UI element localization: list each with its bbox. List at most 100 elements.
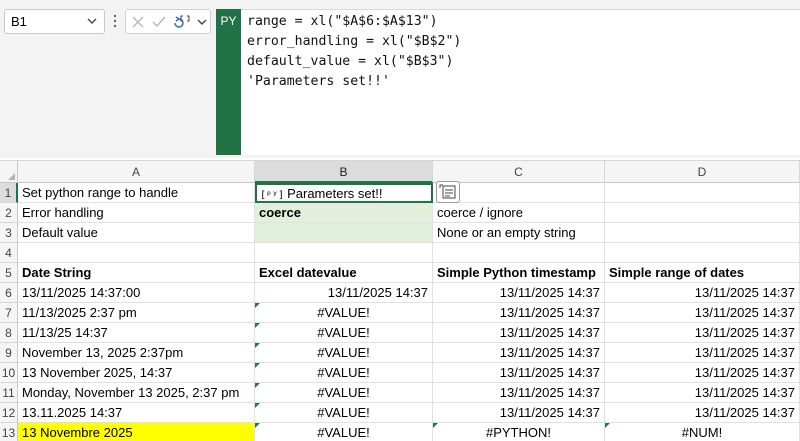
cell-a5[interactable]: Date String — [18, 263, 255, 283]
cell-d12[interactable]: 13/11/2025 14:37 — [605, 403, 800, 423]
card-view-icon — [439, 184, 456, 199]
cell-value: #VALUE! — [317, 305, 370, 320]
chevron-down-icon[interactable] — [196, 14, 208, 30]
cell-b5[interactable]: Excel datevalue — [255, 263, 433, 283]
cell-b11[interactable]: #VALUE! — [255, 383, 433, 403]
formula-editor[interactable]: range = xl("$A$6:$A$13") error_handling … — [241, 9, 800, 155]
select-all-button[interactable] — [0, 161, 18, 183]
cell-b2[interactable]: coerce — [255, 203, 433, 223]
cell-c2[interactable]: coerce / ignore — [433, 203, 605, 223]
cell-value: Excel datevalue — [259, 265, 357, 280]
cell-b4[interactable] — [255, 243, 433, 263]
card-view-button[interactable] — [436, 181, 460, 203]
cell-a10[interactable]: 13 November 2025, 14:37 — [18, 363, 255, 383]
cell-value: 13/11/2025 14:37 — [499, 345, 600, 360]
error-indicator-icon[interactable] — [255, 303, 260, 308]
row-header-12[interactable]: 12 — [0, 403, 18, 423]
python-insert-icon[interactable] — [172, 14, 196, 30]
column-header-a[interactable]: A — [18, 161, 255, 183]
cell-d3[interactable] — [605, 223, 800, 243]
cell-a11[interactable]: Monday, November 13 2025, 2:37 pm — [18, 383, 255, 403]
row-header-7[interactable]: 7 — [0, 303, 18, 323]
row-header-6[interactable]: 6 — [0, 283, 18, 303]
cell-b8[interactable]: #VALUE! — [255, 323, 433, 343]
cell-a9[interactable]: November 13, 2025 2:37pm — [18, 343, 255, 363]
cell-value: 11/13/25 14:37 — [22, 325, 108, 340]
cell-a13[interactable]: 13 Novembre 2025 — [18, 423, 255, 441]
cell-a1[interactable]: Set python range to handle — [18, 183, 255, 203]
error-indicator-icon[interactable] — [255, 323, 260, 328]
cell-value: #VALUE! — [317, 325, 370, 340]
cell-d9[interactable]: 13/11/2025 14:37 — [605, 343, 800, 363]
cell-value: 13/11/2025 14:37 — [499, 285, 600, 300]
cell-c12[interactable]: 13/11/2025 14:37 — [433, 403, 605, 423]
cell-c11[interactable]: 13/11/2025 14:37 — [433, 383, 605, 403]
error-indicator-icon[interactable] — [605, 423, 610, 428]
row-header-5[interactable]: 5 — [0, 263, 18, 283]
cell-d7[interactable]: 13/11/2025 14:37 — [605, 303, 800, 323]
cell-b12[interactable]: #VALUE! — [255, 403, 433, 423]
row-header-1[interactable]: 1 — [0, 183, 18, 203]
cell-b6[interactable]: 13/11/2025 14:37 — [255, 283, 433, 303]
cell-value: Default value — [22, 225, 98, 240]
cell-b7[interactable]: #VALUE! — [255, 303, 433, 323]
cell-value: Set python range to handle — [22, 185, 179, 200]
more-vertical-icon[interactable] — [112, 12, 118, 30]
error-indicator-icon[interactable] — [255, 423, 260, 428]
cell-d10[interactable]: 13/11/2025 14:37 — [605, 363, 800, 383]
row-header-8[interactable]: 8 — [0, 323, 18, 343]
error-indicator-icon[interactable] — [255, 403, 260, 408]
cell-b3[interactable] — [255, 223, 433, 243]
cell-a8[interactable]: 11/13/25 14:37 — [18, 323, 255, 343]
cell-c3[interactable]: None or an empty string — [433, 223, 605, 243]
cell-b13[interactable]: #VALUE! — [255, 423, 433, 441]
cell-c6[interactable]: 13/11/2025 14:37 — [433, 283, 605, 303]
chevron-down-icon[interactable] — [86, 15, 98, 27]
cell-a3[interactable]: Default value — [18, 223, 255, 243]
error-indicator-icon[interactable] — [433, 423, 438, 428]
cell-d11[interactable]: 13/11/2025 14:37 — [605, 383, 800, 403]
column-header-b[interactable]: B — [255, 161, 433, 183]
cell-b10[interactable]: #VALUE! — [255, 363, 433, 383]
cell-c4[interactable] — [433, 243, 605, 263]
error-indicator-icon[interactable] — [255, 343, 260, 348]
cell-c13[interactable]: #PYTHON! — [433, 423, 605, 441]
cell-a6[interactable]: 13/11/2025 14:37:00 — [18, 283, 255, 303]
error-indicator-icon[interactable] — [255, 383, 260, 388]
cell-c8[interactable]: 13/11/2025 14:37 — [433, 323, 605, 343]
cell-value: #VALUE! — [317, 405, 370, 420]
cell-value: #VALUE! — [317, 385, 370, 400]
cell-a7[interactable]: 11/13/2025 2:37 pm — [18, 303, 255, 323]
cell-d5[interactable]: Simple range of dates — [605, 263, 800, 283]
cell-c10[interactable]: 13/11/2025 14:37 — [433, 363, 605, 383]
row-header-10[interactable]: 10 — [0, 363, 18, 383]
cell-d2[interactable] — [605, 203, 800, 223]
cell-d6[interactable]: 13/11/2025 14:37 — [605, 283, 800, 303]
row-header-4[interactable]: 4 — [0, 243, 18, 263]
cell-d8[interactable]: 13/11/2025 14:37 — [605, 323, 800, 343]
column-header-d[interactable]: D — [605, 161, 800, 183]
row-header-2[interactable]: 2 — [0, 203, 18, 223]
python-object-badge: [ᵖʸ] — [260, 190, 285, 201]
cell-a12[interactable]: 13.11.2025 14:37 — [18, 403, 255, 423]
cell-b9[interactable]: #VALUE! — [255, 343, 433, 363]
row-header-11[interactable]: 11 — [0, 383, 18, 403]
cell-c7[interactable]: 13/11/2025 14:37 — [433, 303, 605, 323]
enter-icon[interactable] — [151, 14, 167, 30]
cell-a4[interactable] — [18, 243, 255, 263]
row-header-13[interactable]: 13 — [0, 423, 18, 441]
cell-d4[interactable] — [605, 243, 800, 263]
column-header-c[interactable]: C — [433, 161, 605, 183]
row-header-3[interactable]: 3 — [0, 223, 18, 243]
error-indicator-icon[interactable] — [255, 363, 260, 368]
cell-b1[interactable]: [ᵖʸ] Parameters set!! — [255, 183, 433, 203]
cell-c9[interactable]: 13/11/2025 14:37 — [433, 343, 605, 363]
formula-line: error_handling = xl("$B$2") — [247, 34, 462, 49]
name-box[interactable]: B1 — [4, 9, 105, 34]
cell-d1[interactable] — [605, 183, 800, 203]
cell-d13[interactable]: #NUM! — [605, 423, 800, 441]
cancel-icon[interactable] — [130, 14, 146, 30]
cell-a2[interactable]: Error handling — [18, 203, 255, 223]
cell-c5[interactable]: Simple Python timestamp — [433, 263, 605, 283]
row-header-9[interactable]: 9 — [0, 343, 18, 363]
